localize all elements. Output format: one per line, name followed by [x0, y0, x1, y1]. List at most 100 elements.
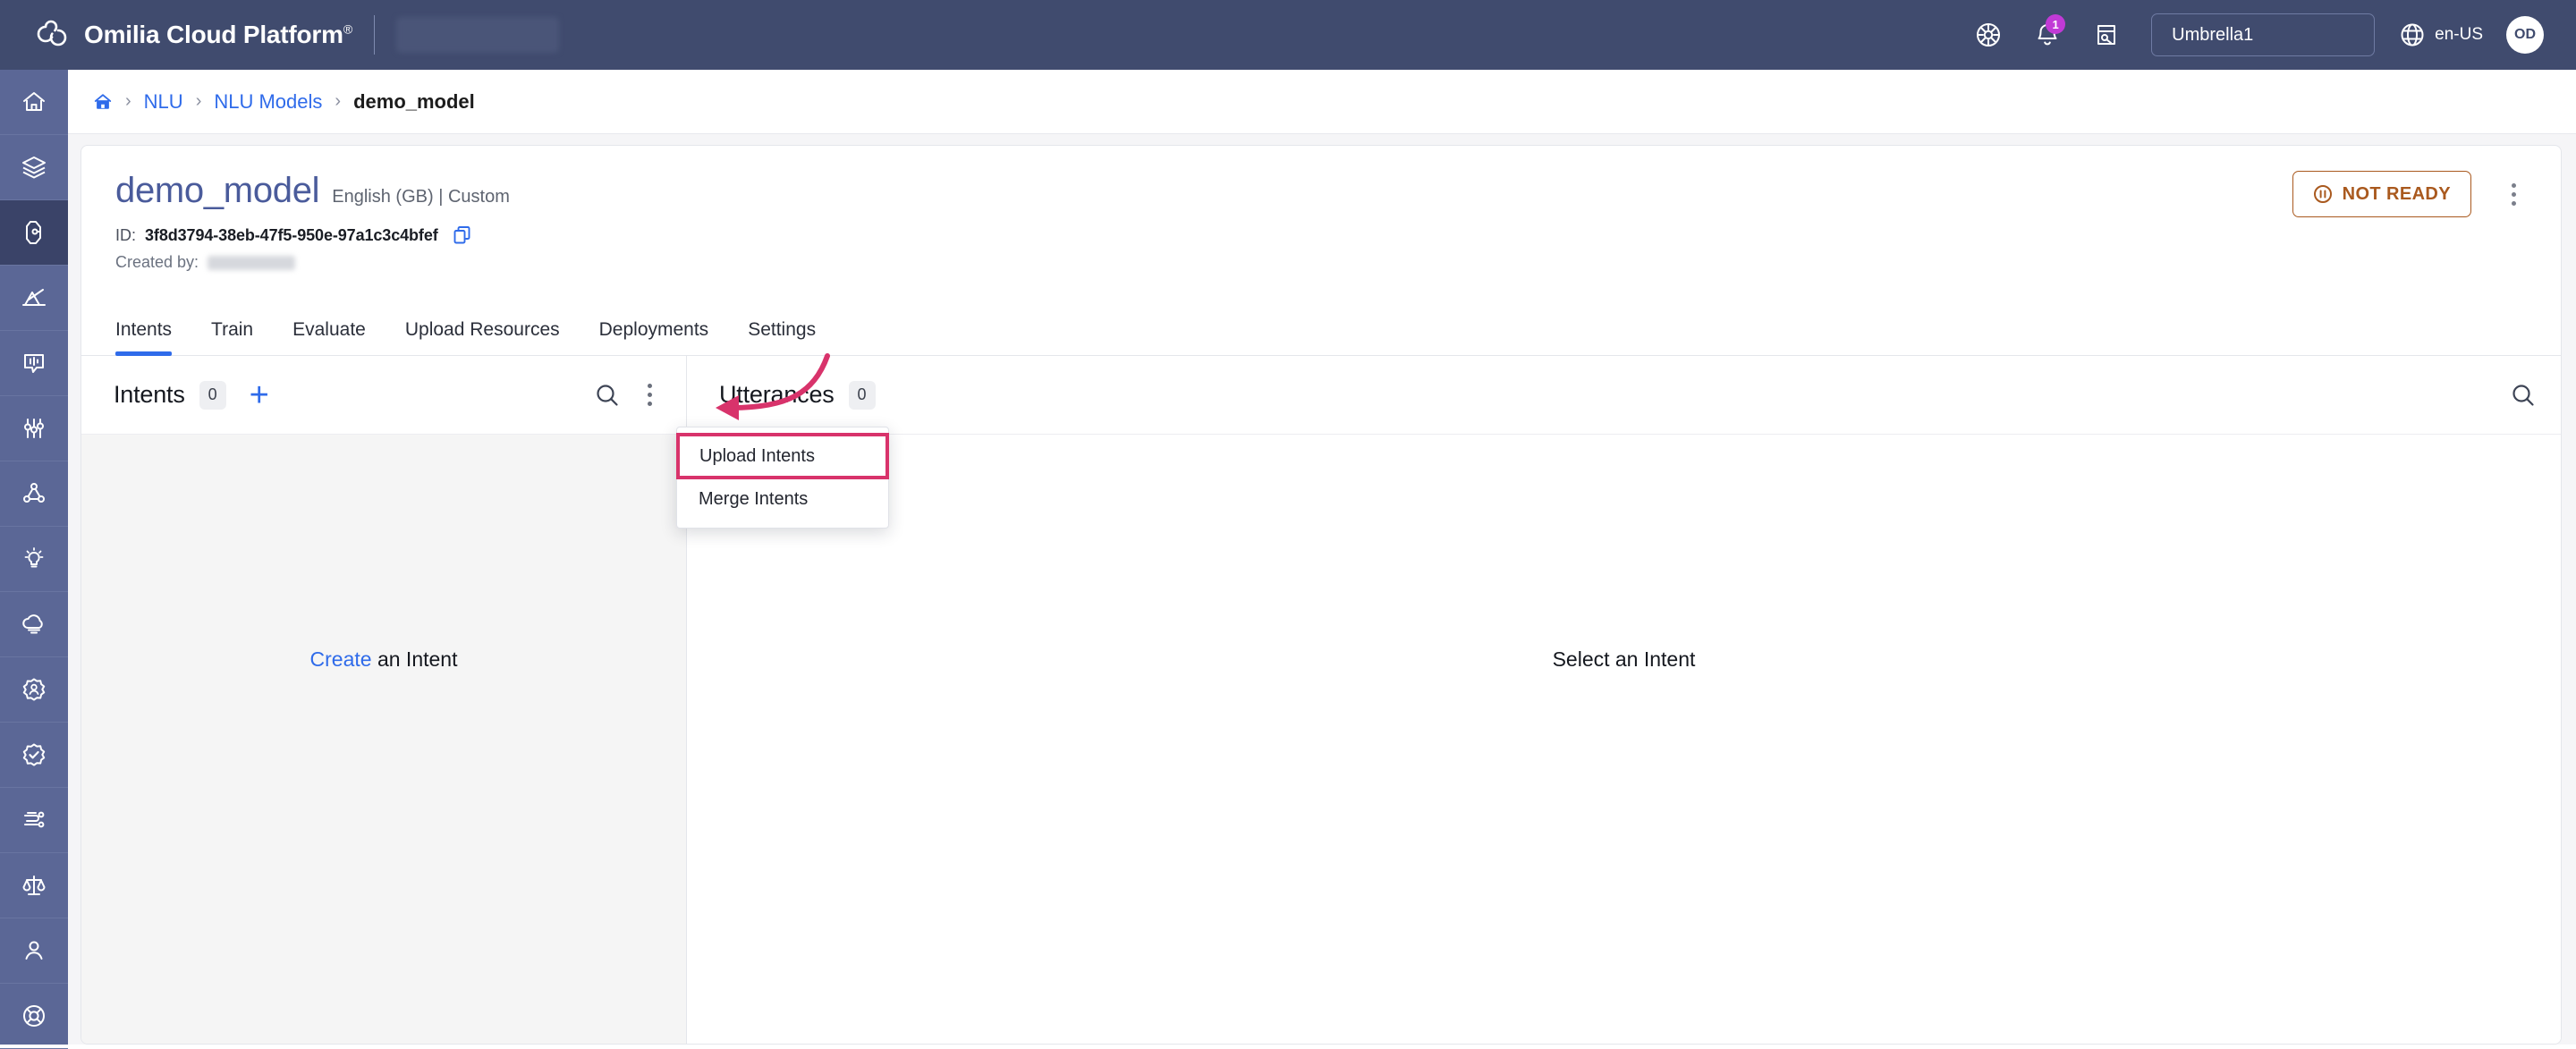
create-intent-link[interactable]: Create: [310, 647, 372, 671]
utterances-pane: Utterances 0 Select an Intent: [687, 356, 2561, 1044]
page-body: demo_model English (GB) | Custom ID: 3f8…: [68, 134, 2576, 1045]
brand-name: Omilia Cloud Platform®: [84, 21, 352, 49]
sidebar-item-analytics[interactable]: [0, 266, 68, 331]
model-card: demo_model English (GB) | Custom ID: 3f8…: [80, 145, 2562, 1045]
sidebar-item-cloud[interactable]: [0, 592, 68, 657]
pause-circle-icon: [2313, 185, 2332, 203]
sidebar-item-compliance[interactable]: [0, 853, 68, 918]
sidebar-item-voice[interactable]: [0, 331, 68, 396]
notes-icon[interactable]: [2089, 17, 2124, 53]
sidebar-item-nlu[interactable]: [0, 200, 68, 266]
model-id-label: ID:: [115, 225, 137, 244]
scales-icon: [22, 876, 46, 895]
voice-waveform-icon: [24, 354, 44, 373]
brand-name-text: Omilia Cloud Platform: [84, 21, 343, 48]
sliders-icon: [24, 419, 44, 438]
utterances-count: 0: [848, 380, 876, 410]
page-title: demo_model: [115, 171, 320, 210]
bell-icon[interactable]: 1: [2029, 14, 2066, 53]
menu-item-upload-intents[interactable]: Upload Intents: [676, 433, 889, 479]
utterances-pane-actions: [2509, 381, 2538, 410]
avatar-initials: OD: [2514, 27, 2536, 42]
sidebar-item-users[interactable]: [0, 918, 68, 984]
created-by-label: Created by:: [115, 253, 199, 271]
kebab-dot: [647, 393, 652, 397]
locale-label: en-US: [2435, 25, 2483, 44]
layers-icon: [22, 157, 46, 179]
sidebar-item-support[interactable]: [0, 984, 68, 1049]
tenant-label: Umbrella1: [2172, 24, 2254, 45]
status-badge-label: NOT READY: [2342, 183, 2451, 204]
created-by-value: [208, 255, 296, 270]
apps-icon[interactable]: [1970, 17, 2006, 53]
top-bar-actions: 1 Umbrella1 en-US OD: [1970, 13, 2544, 56]
model-id-row: ID: 3f8d3794-38eb-47f5-950e-97a1c3c4bfef: [115, 225, 2527, 245]
avatar[interactable]: OD: [2506, 16, 2544, 54]
flow-tools-icon: [24, 811, 45, 828]
breadcrumb: › NLU › NLU Models › demo_model: [68, 70, 2576, 134]
add-intent-button[interactable]: +: [250, 378, 269, 412]
model-options-menu-button[interactable]: [2498, 176, 2529, 212]
sidebar-item-layers[interactable]: [0, 135, 68, 200]
cloud-icon: [22, 614, 43, 634]
intents-context-menu: Upload Intents Merge Intents: [676, 427, 889, 529]
intents-title: Intents: [114, 381, 185, 408]
sidebar-rail: [0, 70, 68, 1049]
intents-empty-state: Create an Intent: [81, 435, 686, 1044]
tab-train[interactable]: Train: [191, 319, 273, 355]
brand[interactable]: Omilia Cloud Platform®: [34, 17, 352, 53]
kebab-dot: [647, 402, 652, 406]
status-badge[interactable]: NOT READY: [2292, 171, 2471, 217]
tenant-selector[interactable]: Umbrella1: [2151, 13, 2376, 56]
header-divider: [373, 15, 375, 55]
sidebar-item-orchestrator[interactable]: [0, 788, 68, 853]
sidebar-item-graph[interactable]: [0, 461, 68, 527]
created-by-row: Created by:: [115, 253, 2527, 272]
top-app-bar: Omilia Cloud Platform® 1 Umbrella1 en-US…: [0, 0, 2576, 70]
menu-item-merge-intents[interactable]: Merge Intents: [677, 478, 888, 520]
sidebar-item-biometrics[interactable]: [0, 657, 68, 723]
tab-evaluate[interactable]: Evaluate: [273, 319, 386, 355]
search-icon[interactable]: [593, 381, 622, 410]
model-id-value: 3f8d3794-38eb-47f5-950e-97a1c3c4bfef: [145, 225, 438, 244]
intents-options-menu-button[interactable]: [636, 377, 663, 413]
intents-pane-header: Intents 0 +: [81, 356, 686, 435]
home-icon: [23, 92, 45, 111]
utterances-pane-header: Utterances 0: [687, 356, 2561, 435]
breadcrumb-separator: ›: [195, 91, 202, 111]
sidebar-item-insights[interactable]: [0, 527, 68, 592]
copy-icon[interactable]: [453, 225, 472, 245]
tab-upload-resources[interactable]: Upload Resources: [386, 319, 580, 355]
global-search-input[interactable]: [395, 17, 559, 53]
badge-person-icon: [22, 678, 46, 701]
sidebar-item-verified[interactable]: [0, 723, 68, 788]
intents-empty-suffix: an Intent: [371, 647, 458, 671]
utterances-empty-text: Select an Intent: [1552, 647, 1696, 671]
kebab-dot: [647, 384, 652, 388]
sidebar-item-tuning[interactable]: [0, 396, 68, 461]
breadcrumb-item-nlu[interactable]: NLU: [144, 90, 183, 114]
breadcrumb-separator: ›: [125, 91, 131, 111]
lifebuoy-icon: [23, 1005, 45, 1027]
home-icon[interactable]: [93, 92, 113, 112]
search-icon[interactable]: [2509, 381, 2538, 410]
omilia-logo-icon: [37, 20, 67, 47]
lightbulb-icon: [24, 547, 44, 568]
analytics-chart-icon: [22, 289, 46, 306]
intents-pane: Intents 0 + Create an Intent: [81, 356, 687, 1044]
status-area: NOT READY: [2292, 171, 2529, 217]
language-selector[interactable]: en-US: [2398, 21, 2483, 49]
node-graph-icon: [23, 483, 45, 503]
kebab-dot: [2511, 191, 2516, 197]
split-panels: Intents 0 + Create an Intent Utterances …: [81, 356, 2561, 1044]
tab-settings[interactable]: Settings: [728, 319, 835, 355]
tab-deployments[interactable]: Deployments: [580, 319, 729, 355]
model-title-row: demo_model English (GB) | Custom: [115, 171, 2527, 211]
tab-intents[interactable]: Intents: [115, 319, 191, 356]
intents-pane-actions: [593, 377, 663, 413]
sidebar-item-home[interactable]: [0, 70, 68, 135]
person-icon: [25, 941, 43, 960]
breadcrumb-item-nlu-models[interactable]: NLU Models: [214, 90, 322, 114]
tab-bar: Intents Train Evaluate Upload Resources …: [81, 302, 2561, 356]
breadcrumb-separator: ›: [335, 91, 342, 111]
